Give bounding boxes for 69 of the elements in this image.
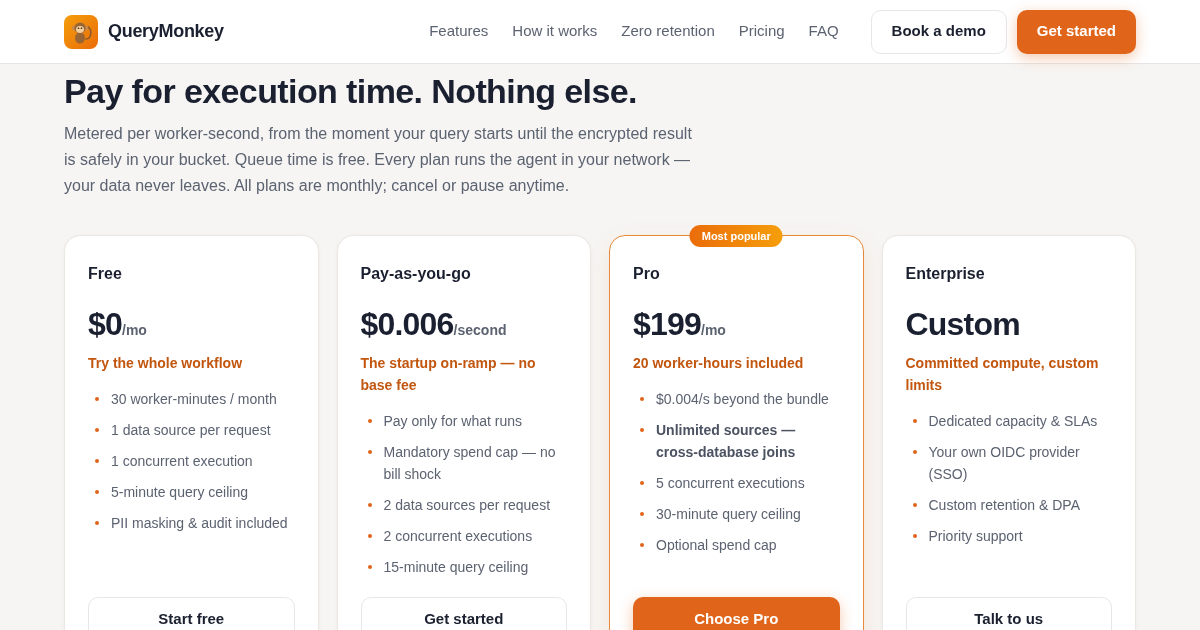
plan-button[interactable]: Choose Pro <box>633 597 840 630</box>
plan-name: Pro <box>633 264 660 284</box>
plan-price: $0.006 <box>360 305 454 344</box>
plan-name: Free <box>88 264 122 284</box>
bullet-icon <box>640 543 644 547</box>
feature-text: Pay only for what runs <box>383 412 522 431</box>
plan-tagline: Try the whole workflow <box>88 354 244 373</box>
bullet-icon <box>95 459 99 463</box>
plan-name: Pay-as-you-go <box>360 264 471 284</box>
bullet-icon <box>95 521 99 525</box>
feature-text: 5-minute query ceiling <box>111 483 248 502</box>
nav-link[interactable]: Zero retention <box>621 20 715 43</box>
feature-text: PII masking & audit included <box>111 514 288 533</box>
feature-text: 15-minute query ceiling <box>383 558 529 577</box>
feature-text: 30 worker-minutes / month <box>111 390 277 409</box>
price-unit: /mo <box>701 322 726 340</box>
monkey-logo-icon <box>64 14 98 49</box>
feature-text: 2 data sources per request <box>383 496 551 515</box>
nav-link[interactable]: Pricing <box>738 20 785 43</box>
feature-text: $0.004/s beyond the bundle <box>656 390 829 409</box>
brand-name: QueryMonkey <box>108 20 224 43</box>
bullet-icon <box>95 397 99 401</box>
plan-tagline: 20 worker-hours included <box>633 354 805 373</box>
feature-text: 2 concurrent executions <box>383 527 533 546</box>
plan-button[interactable]: Talk to us <box>905 597 1112 630</box>
bullet-icon <box>640 428 644 432</box>
feature-text: 1 data source per request <box>111 421 271 440</box>
bullet-icon <box>95 490 99 494</box>
feature-text: Optional spend cap <box>656 536 777 555</box>
feature-text: Unlimited sources — cross-database joins <box>656 421 797 462</box>
feature-text: 5 concurrent executions <box>656 474 805 493</box>
bullet-icon <box>367 565 372 569</box>
popular-badge: Most popular <box>689 225 783 247</box>
header-button[interactable]: Get started <box>1016 9 1136 54</box>
bullet-icon <box>95 428 99 432</box>
feature-text: Priority support <box>928 527 1023 546</box>
bullet-icon <box>640 481 644 485</box>
plan-price: $199 <box>633 305 701 344</box>
hero-description: Metered per worker-second, from the moment your query starts until the encrypted result is safely in your bucket. Queue time is free. Every plan runs the agent in your network — your data never leaves. All plans are monthly; cancel or pause anytime. <box>64 124 693 196</box>
bullet-icon <box>640 512 644 516</box>
feature-text: Mandatory spend cap — no bill shock <box>383 443 557 484</box>
plan-button[interactable]: Start free <box>88 597 295 630</box>
feature-text: Your own OIDC provider (SSO) <box>928 443 1081 484</box>
bullet-icon <box>367 503 372 507</box>
bullet-icon <box>912 419 917 423</box>
bullet-icon <box>640 397 644 401</box>
bullet-icon <box>912 503 917 507</box>
price-unit: /mo <box>122 322 147 340</box>
plan-price: Custom <box>905 305 1020 344</box>
price-unit: /second <box>453 322 507 340</box>
hero-title: Pay for execution time. Nothing else. <box>64 71 637 111</box>
plan-tagline: Committed compute, custom limits <box>905 354 1100 395</box>
plan-price: $0 <box>88 305 122 344</box>
plan-name: Enterprise <box>905 264 985 284</box>
bullet-icon <box>367 534 372 538</box>
feature-text: 1 concurrent execution <box>111 452 253 471</box>
plan-tagline: The startup on-ramp — no base fee <box>360 354 537 395</box>
feature-text: 30-minute query ceiling <box>656 505 801 524</box>
nav-link[interactable]: Features <box>429 20 489 43</box>
header-button[interactable]: Book a demo <box>870 9 1007 54</box>
bullet-icon <box>912 450 917 454</box>
feature-text: Dedicated capacity & SLAs <box>928 412 1098 431</box>
bullet-icon <box>367 419 372 423</box>
bullet-icon <box>912 534 917 538</box>
nav-link[interactable]: How it works <box>512 20 598 43</box>
plan-button[interactable]: Get started <box>360 597 567 630</box>
bullet-icon <box>367 450 372 454</box>
feature-text: Custom retention & DPA <box>928 496 1080 515</box>
nav-link[interactable]: FAQ <box>808 20 839 43</box>
